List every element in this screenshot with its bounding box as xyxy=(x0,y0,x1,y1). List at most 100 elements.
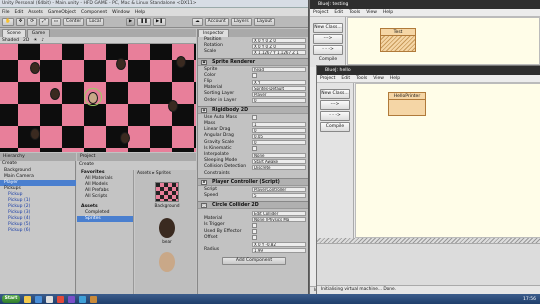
account-dropdown[interactable]: Account xyxy=(204,17,229,26)
inspector-row-value[interactable]: 1 xyxy=(252,121,306,127)
inspector-row-value[interactable]: 0 xyxy=(252,127,306,133)
bj1-arrow-button[interactable]: ---> xyxy=(313,34,343,44)
bj2-menu-help[interactable]: Help xyxy=(390,76,400,81)
bj1-menu-help[interactable]: Help xyxy=(383,10,393,15)
inspector-checkbox[interactable] xyxy=(252,115,257,121)
bj2-menu-view[interactable]: View xyxy=(373,76,384,81)
inspector-checkbox[interactable] xyxy=(252,222,257,228)
pickup-sprite[interactable] xyxy=(120,132,130,144)
component-header[interactable]: # Player Controller (Script) xyxy=(198,177,308,186)
pause-button-icon[interactable]: ❚❚ xyxy=(137,17,151,26)
tab-scene[interactable]: Scene xyxy=(2,29,26,37)
background-thumbnail[interactable] xyxy=(155,182,179,202)
unity-taskbar-icon[interactable] xyxy=(46,295,53,303)
inspector-checkbox[interactable] xyxy=(252,235,257,241)
layers-dropdown[interactable]: Layers xyxy=(230,17,252,26)
pickup-sprite[interactable] xyxy=(30,62,40,74)
inspector-row-value[interactable]: X 0 Y 0 Z 0 xyxy=(252,43,306,49)
tab-inspector[interactable]: Inspector xyxy=(198,29,229,37)
chrome-taskbar-icon[interactable] xyxy=(57,295,64,303)
audio-icon[interactable]: ♪ xyxy=(41,38,44,43)
folder-sprites[interactable]: Sprites xyxy=(77,216,133,222)
inspector-row-value[interactable]: Start Awake xyxy=(252,158,306,164)
inspector-row-value[interactable]: X 1.1267 Y 1.1267 Z 1 xyxy=(252,49,306,55)
inspector-row-value[interactable]: 0 xyxy=(252,140,306,146)
component-header[interactable]: ○ Circle Collider 2D xyxy=(198,201,308,209)
inspector-row-value[interactable]: PlayerController xyxy=(252,187,306,193)
bj1-menu-view[interactable]: View xyxy=(366,10,377,15)
bj1-menu-project[interactable]: Project xyxy=(313,10,328,15)
visualstudio-taskbar-icon[interactable] xyxy=(68,295,75,303)
pickup-sprite[interactable] xyxy=(116,58,126,70)
start-button[interactable]: Start xyxy=(2,295,20,303)
inspector-row-value[interactable]: None xyxy=(252,152,306,158)
ie-taskbar-icon[interactable] xyxy=(35,295,42,303)
pickup-sprite[interactable] xyxy=(50,88,60,100)
bj1-menu-edit[interactable]: Edit xyxy=(334,10,343,15)
component-header[interactable]: ◉ Rigidbody 2D xyxy=(198,105,308,114)
pickup-sprite[interactable] xyxy=(176,56,186,68)
bj1-class-canvas[interactable]: Test xyxy=(347,17,540,65)
tab-hierarchy[interactable]: Hierarchy xyxy=(0,153,76,161)
pivot-center-button[interactable]: Center xyxy=(63,17,85,26)
scene-view[interactable] xyxy=(0,44,196,152)
bj1-menu-tools[interactable]: Tools xyxy=(349,10,360,15)
app-taskbar-icon[interactable] xyxy=(90,295,97,303)
hierarchy-create-button[interactable]: Create xyxy=(2,161,17,166)
add-component-button[interactable]: Add Component xyxy=(222,257,286,266)
layout-dropdown[interactable]: Layout xyxy=(253,17,276,26)
inspector-row-value[interactable]: Player xyxy=(252,91,306,97)
rect-tool-icon[interactable]: ▭ xyxy=(50,17,62,26)
unity-title-bar[interactable]: Unity Personal (64bit) - Main.unity - HF… xyxy=(0,0,308,8)
step-button-icon[interactable]: ▶❚ xyxy=(152,17,167,26)
inspector-row-value[interactable]: 1.99 xyxy=(252,247,306,253)
shading-dropdown[interactable]: Shaded xyxy=(2,38,19,43)
mode-2d-toggle[interactable]: 2D xyxy=(23,38,29,43)
project-create-button[interactable]: Create xyxy=(79,162,94,167)
menu-gameobject[interactable]: GameObject xyxy=(48,10,76,15)
bluej-hello-title[interactable]: BlueJ: hello xyxy=(317,66,540,75)
menu-component[interactable]: Component xyxy=(81,10,107,15)
bear-thumbnail[interactable] xyxy=(159,218,175,238)
component-header[interactable]: ▣ Sprite Renderer xyxy=(198,57,308,66)
inspector-row-value[interactable]: 0.05 xyxy=(252,133,306,139)
bj2-compile-button[interactable]: Compile xyxy=(320,122,350,132)
inspector-checkbox[interactable] xyxy=(252,229,257,235)
bj2-dashed-arrow-button[interactable]: - - -> xyxy=(320,111,350,121)
bj2-class-canvas[interactable]: HelloPrinter xyxy=(355,83,540,238)
inspector-row-value[interactable]: None (Physics Ma xyxy=(252,216,306,222)
bj2-menu-tools[interactable]: Tools xyxy=(356,76,367,81)
play-button-icon[interactable]: ▶ xyxy=(125,17,136,26)
bj1-dashed-arrow-button[interactable]: - - -> xyxy=(313,45,343,55)
menu-help[interactable]: Help xyxy=(135,10,145,15)
move-tool-icon[interactable]: ✥ xyxy=(15,17,26,26)
rotate-tool-icon[interactable]: ⟳ xyxy=(27,17,38,26)
inspector-row-value[interactable]: 0 xyxy=(252,98,306,104)
explorer-taskbar-icon[interactable] xyxy=(24,295,31,303)
light-icon[interactable]: ☀ xyxy=(33,38,37,43)
inspector-checkbox[interactable] xyxy=(252,73,257,79)
tab-project[interactable]: Project xyxy=(77,153,196,161)
bj1-new-class-button[interactable]: New Class... xyxy=(313,23,343,33)
bluej-testing-title[interactable]: BlueJ: testing xyxy=(310,0,540,9)
inspector-row-value[interactable]: X Y xyxy=(252,79,306,85)
inspector-row-value[interactable]: Edit Collider xyxy=(252,210,306,216)
hand-tool-icon[interactable]: ✋ xyxy=(2,17,14,26)
bj2-arrow-button[interactable]: ---> xyxy=(320,100,350,110)
bj2-new-class-button[interactable]: New Class... xyxy=(320,89,350,99)
menu-assets[interactable]: Assets xyxy=(28,10,43,15)
cloud-icon[interactable]: ☁ xyxy=(192,17,203,26)
inspector-row-value[interactable]: Sprites-Default xyxy=(252,85,306,91)
menu-file[interactable]: File xyxy=(2,10,10,15)
tab-game[interactable]: Game xyxy=(26,29,51,37)
inspector-row-value[interactable]: X 0 Y -0.82 xyxy=(252,241,306,247)
taskbar-clock[interactable]: 17:56 xyxy=(523,297,536,302)
pivot-local-button[interactable]: Local xyxy=(86,17,104,26)
pickup-sprite[interactable] xyxy=(30,128,40,140)
inspector-row-value[interactable]: head xyxy=(252,67,306,73)
head-thumbnail[interactable] xyxy=(159,252,175,272)
bj2-class-helloprinter[interactable]: HelloPrinter xyxy=(388,92,426,116)
fav-all-scripts[interactable]: All Scripts xyxy=(77,194,133,200)
hierarchy-item[interactable]: Pickup (6) xyxy=(0,228,76,234)
menu-window[interactable]: Window xyxy=(112,10,130,15)
